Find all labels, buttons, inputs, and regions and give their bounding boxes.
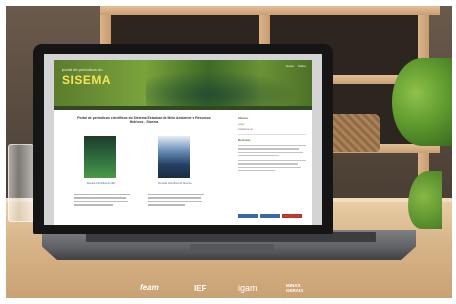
igam-logo: igam [238, 283, 258, 293]
top-nav-home[interactable]: Home [286, 64, 294, 68]
website: portal de periódicos do SISEMA Home Sobr… [54, 60, 312, 225]
sidebar-button-3[interactable] [282, 214, 302, 218]
sidebar-button-1[interactable] [238, 214, 258, 218]
nav-bar [54, 106, 312, 110]
top-nav-about[interactable]: Sobre [298, 64, 306, 68]
site-logo-title[interactable]: SISEMA [62, 74, 111, 86]
feam-logo: feam [140, 283, 159, 292]
site-banner: portal de periódicos do SISEMA Home Sobr… [54, 60, 312, 106]
sidebar-section-title: Revistas [238, 138, 251, 142]
sidebar-button-2[interactable] [260, 214, 280, 218]
footer-logos: feam IEF igam MINAS GERAIS [6, 282, 452, 298]
glass-cup [8, 144, 34, 222]
sidebar-text [238, 145, 306, 172]
journal-description-sisema [148, 194, 204, 208]
photo-scene: portal de periódicos do SISEMA Home Sobr… [6, 6, 452, 298]
sidebar-link-login[interactable]: Login [238, 123, 306, 126]
minas-gerais-logo: MINAS GERAIS [286, 283, 304, 293]
sidebar: Idioma Login Cadastrar-se Revistas [238, 116, 306, 224]
top-nav: Home Sobre [286, 64, 306, 68]
page-headline: Portal de periódicos científicos do Sist… [77, 116, 211, 125]
ief-logo: IEF [194, 284, 207, 293]
plant-leaves [392, 58, 452, 146]
main-content: Portal de periódicos científicos do Sist… [66, 116, 222, 224]
site-logo-subtitle: portal de periódicos do [62, 67, 103, 72]
sidebar-link-register[interactable]: Cadastrar-se [238, 128, 306, 131]
journal-covers: Revista Científica do IEF Revista Cientí… [76, 136, 216, 186]
journal-cover-ief[interactable] [84, 136, 116, 178]
sidebar-divider [238, 134, 306, 135]
laptop-trackpad [190, 244, 274, 253]
laptop-screen: portal de periódicos do SISEMA Home Sobr… [44, 54, 322, 225]
journal-caption-ief[interactable]: Revista Científica do IEF [78, 182, 124, 185]
sidebar-buttons [238, 214, 302, 218]
sidebar-title: Idioma [238, 116, 248, 120]
journal-cover-sisema[interactable] [158, 136, 190, 178]
journal-description-ief [74, 194, 130, 208]
journal-caption-sisema[interactable]: Revista Científica do Sisema [152, 182, 198, 185]
